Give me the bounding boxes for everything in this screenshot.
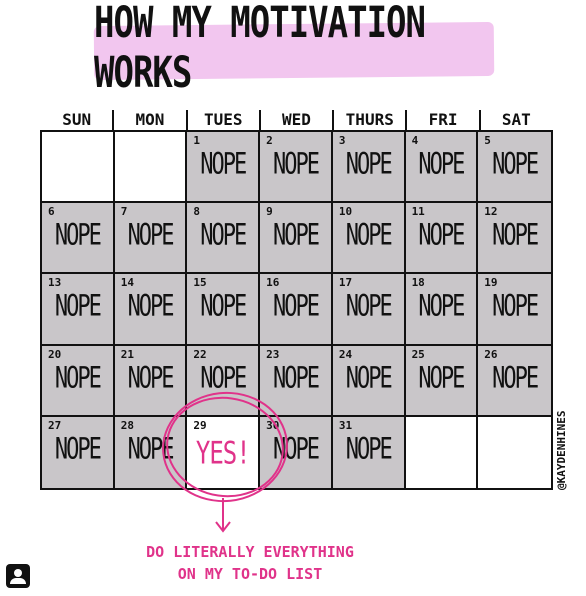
caption: DO LITERALLY EVERYTHING ON MY TO-DO LIST [100, 541, 400, 585]
caption-line1: DO LITERALLY EVERYTHING [146, 543, 354, 561]
arrow-down-icon [215, 498, 231, 533]
instagram-user-icon[interactable] [6, 564, 30, 588]
caption-line2: ON MY TO-DO LIST [177, 565, 323, 583]
artist-credit: @KAYDENHINES [555, 410, 568, 490]
